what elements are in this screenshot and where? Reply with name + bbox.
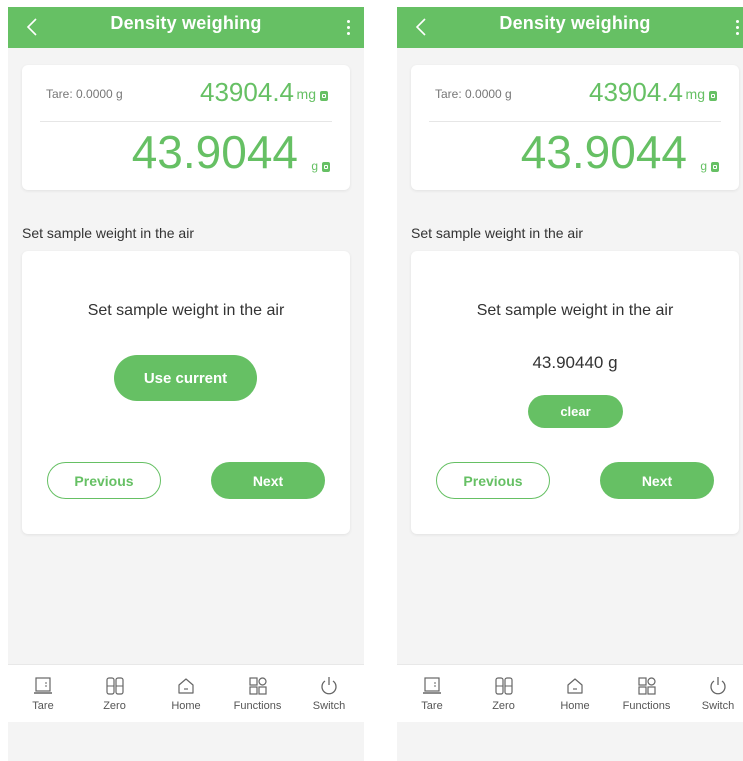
nav-label: Tare	[421, 700, 443, 712]
stable-indicator-icon	[711, 162, 719, 172]
nav-label: Home	[171, 700, 201, 712]
nav-item-switch[interactable]: Switch	[296, 665, 362, 722]
tare-icon	[32, 675, 54, 697]
mg-unit-label: mg	[685, 86, 705, 102]
step-title: Set sample weight in the air	[476, 302, 674, 319]
nav-item-functions[interactable]: Functions	[614, 665, 680, 722]
g-unit-label: g	[700, 159, 707, 173]
mg-weight-value: 43904.4	[589, 77, 683, 107]
card-divider	[40, 121, 332, 122]
card-divider	[429, 121, 721, 122]
phone-screen-1: Density weighing Tare: 0.0000 g 43904.4 …	[8, 7, 364, 761]
app-header: Density weighing	[8, 7, 364, 48]
home-icon	[564, 675, 586, 697]
power-icon	[318, 675, 340, 697]
functions-icon	[247, 675, 269, 697]
mg-weight-value: 43904.4	[200, 77, 294, 107]
mg-unit-label: mg	[296, 86, 316, 102]
clear-button[interactable]: clear	[528, 395, 623, 428]
app-header: Density weighing	[397, 7, 743, 48]
bottom-nav: Tare Zero Home Functions Switch	[397, 664, 743, 722]
g-weight-value: 43.9044	[131, 126, 298, 178]
more-menu-icon[interactable]	[342, 16, 354, 38]
power-icon	[707, 675, 729, 697]
nav-label: Switch	[701, 700, 735, 712]
sample-weight-value: 43.90440 g	[532, 353, 618, 372]
stable-indicator-icon	[320, 91, 328, 101]
nav-item-tare[interactable]: Tare	[10, 665, 76, 722]
next-button[interactable]: Next	[211, 462, 325, 499]
g-unit-label: g	[311, 159, 318, 173]
nav-label: Switch	[312, 700, 346, 712]
nav-label: Zero	[492, 700, 515, 712]
use-current-button[interactable]: Use current	[114, 355, 257, 401]
g-weight-value: 43.9044	[520, 126, 687, 178]
bottom-nav: Tare Zero Home Functions Switch	[8, 664, 364, 722]
nav-item-home[interactable]: Home	[153, 665, 219, 722]
step-card: Set sample weight in the air 43.90440 g …	[411, 251, 739, 534]
tare-readout: Tare: 0.0000 g	[435, 87, 512, 101]
nav-item-tare[interactable]: Tare	[399, 665, 465, 722]
previous-button[interactable]: Previous	[436, 462, 550, 499]
stable-indicator-icon	[709, 91, 717, 101]
tare-icon	[421, 675, 443, 697]
tare-readout: Tare: 0.0000 g	[46, 87, 123, 101]
nav-item-home[interactable]: Home	[542, 665, 608, 722]
weight-display-card: Tare: 0.0000 g 43904.4 mg 43.9044 g	[411, 65, 739, 190]
phone-screen-2: Density weighing Tare: 0.0000 g 43904.4 …	[397, 7, 743, 761]
weight-display-card: Tare: 0.0000 g 43904.4 mg 43.9044 g	[22, 65, 350, 190]
nav-item-switch[interactable]: Switch	[685, 665, 743, 722]
more-menu-icon[interactable]	[731, 16, 743, 38]
step-card: Set sample weight in the air Use current…	[22, 251, 350, 534]
nav-item-functions[interactable]: Functions	[225, 665, 291, 722]
home-icon	[175, 675, 197, 697]
section-label: Set sample weight in the air	[22, 225, 194, 241]
nav-label: Functions	[233, 700, 282, 712]
next-button[interactable]: Next	[600, 462, 714, 499]
page-title: Density weighing	[110, 13, 262, 33]
zero-icon	[104, 675, 126, 697]
zero-icon	[493, 675, 515, 697]
previous-button[interactable]: Previous	[47, 462, 161, 499]
stable-indicator-icon	[322, 162, 330, 172]
nav-item-zero[interactable]: Zero	[82, 665, 148, 722]
page-title: Density weighing	[499, 13, 651, 33]
nav-label: Functions	[622, 700, 671, 712]
section-label: Set sample weight in the air	[411, 225, 583, 241]
step-title: Set sample weight in the air	[87, 302, 285, 319]
nav-label: Zero	[103, 700, 126, 712]
nav-item-zero[interactable]: Zero	[471, 665, 537, 722]
functions-icon	[636, 675, 658, 697]
nav-label: Tare	[32, 700, 54, 712]
nav-label: Home	[560, 700, 590, 712]
